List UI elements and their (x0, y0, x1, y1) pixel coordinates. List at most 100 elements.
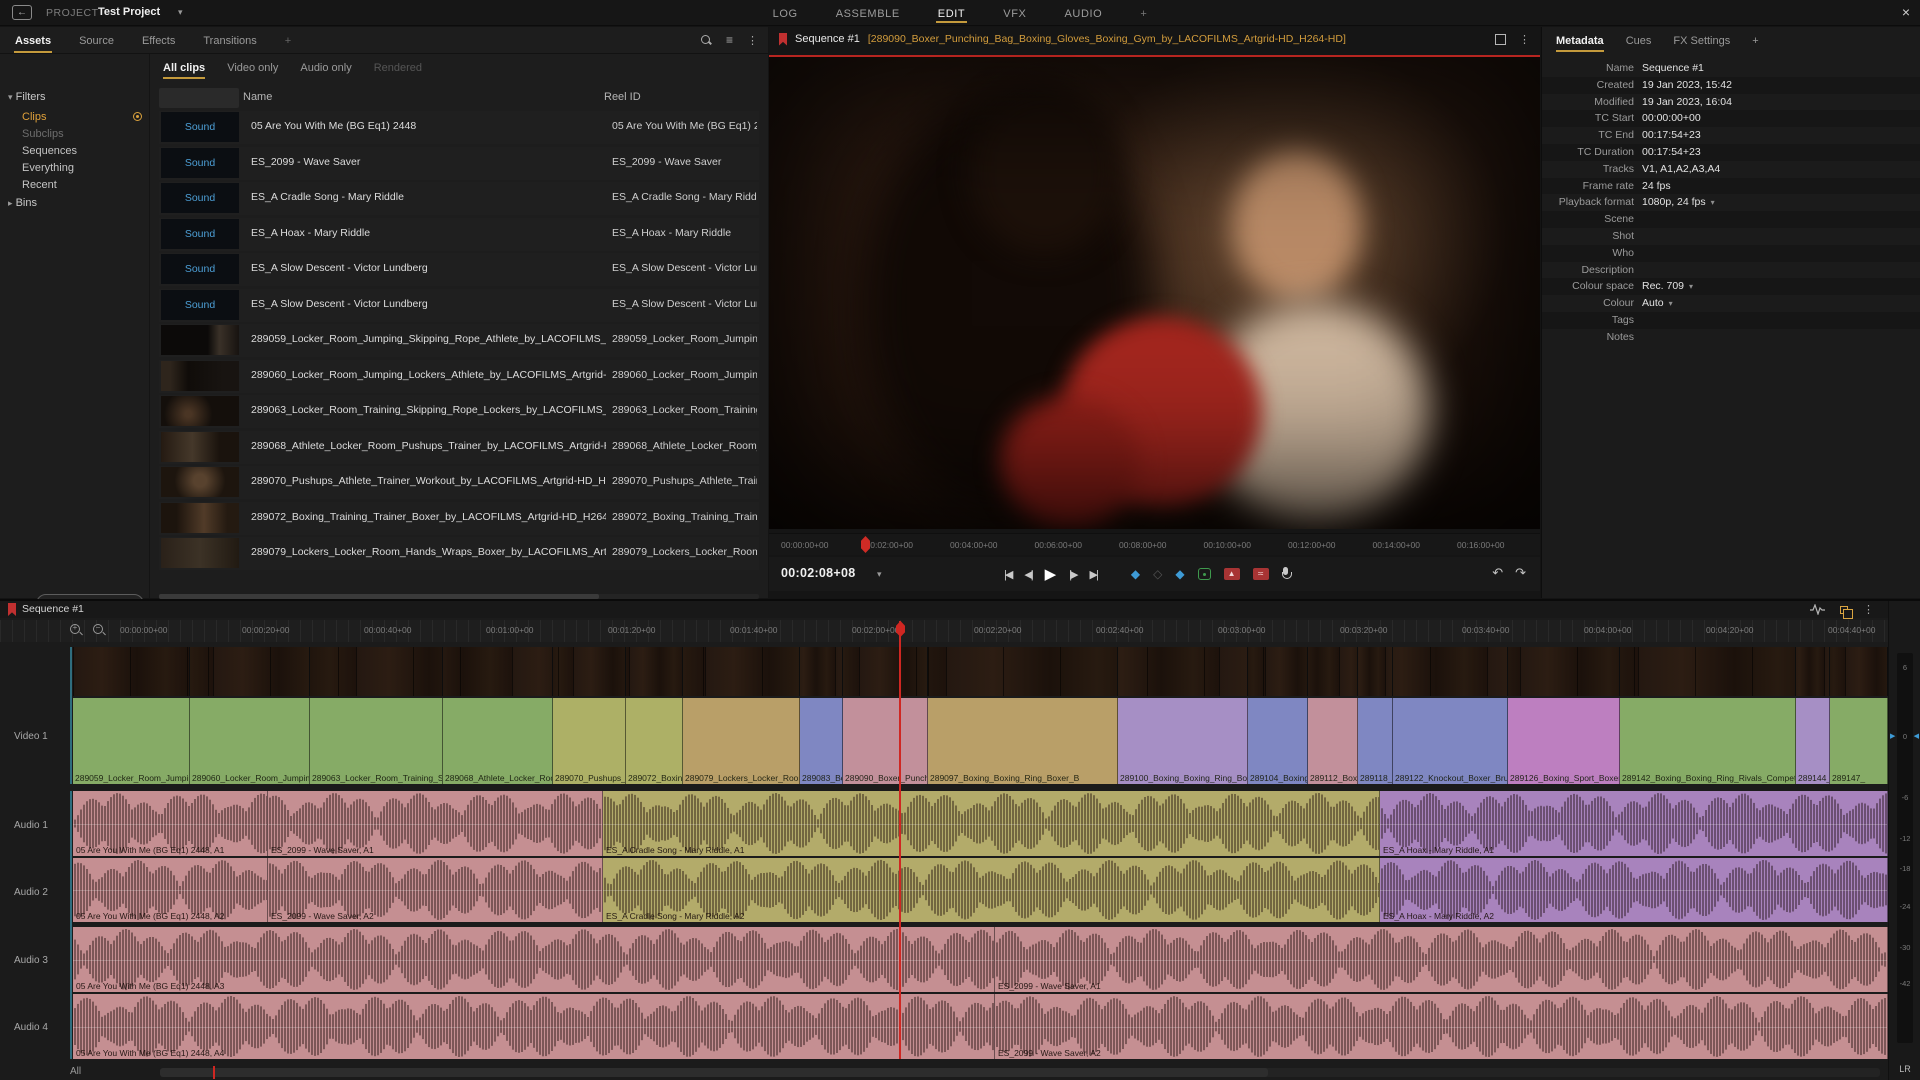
browser-menu-kebab-icon[interactable]: ⋮ (747, 34, 758, 47)
current-timecode[interactable]: 00:02:08+08 (781, 566, 856, 580)
metadata-value[interactable]: 1080p, 24 fps▾ (1642, 196, 1912, 208)
replace-edit-icon[interactable]: ≍ (1253, 568, 1269, 580)
close-window-icon[interactable]: × (1902, 4, 1910, 20)
timecode-chevron-down-icon[interactable]: ▾ (877, 569, 882, 580)
timeline-audio-clip[interactable]: ES_A Cradle Song - Mary Riddle, A1 (603, 791, 1380, 856)
timeline-video-clip[interactable]: 289147_ (1830, 698, 1888, 784)
redo-icon[interactable]: ↷ (1515, 565, 1526, 581)
viewer-menu-kebab-icon[interactable]: ⋮ (1519, 33, 1530, 46)
clip-row[interactable]: SoundES_A Slow Descent - Victor Lundberg… (159, 289, 759, 322)
timeline-video-clip[interactable]: 289059_Locker_Room_Jumping_Skipping_Rope… (73, 698, 190, 784)
chevron-down-icon[interactable]: ▾ (1669, 299, 1673, 308)
browser-tab-all-clips[interactable]: All clips (163, 62, 205, 79)
clip-row[interactable]: SoundES_A Hoax - Mary RiddleES_A Hoax - … (159, 218, 759, 251)
search-icon[interactable] (701, 35, 712, 46)
step-forward-icon[interactable]: |▶ (1069, 568, 1076, 581)
timeline-audio-clip[interactable]: 05 Are You With Me (BG Eq1) 2448, A2 (73, 858, 268, 922)
timeline-audio-clip[interactable]: 05 Are You With Me (BG Eq1) 2448, A1 (73, 791, 268, 856)
timeline-audio-clip[interactable]: 05 Are You With Me (BG Eq1) 2448, A4 (73, 994, 995, 1059)
metadata-value[interactable]: 24 fps (1642, 180, 1912, 192)
meter-zero-right-arrow-icon[interactable]: ◀ (1914, 732, 1919, 740)
metadata-value[interactable]: Sequence #1 (1642, 62, 1912, 74)
track-label-video1[interactable]: Video 1 (14, 731, 48, 742)
panel-tab-source[interactable]: Source (78, 28, 115, 53)
timeline-audio-clip[interactable]: 05 Are You With Me (BG Eq1) 2448, A3 (73, 927, 995, 992)
metadata-tab-+[interactable]: + (1752, 35, 1758, 52)
clip-row[interactable]: 289079_Lockers_Locker_Room_Hands_Wraps_B… (159, 537, 759, 570)
metadata-tab-cues[interactable]: Cues (1626, 35, 1652, 52)
workspace-tab-assemble[interactable]: ASSEMBLE (834, 2, 902, 24)
sidebar-item-everything[interactable]: Everything (22, 162, 146, 174)
timeline-video-clip[interactable]: 289118_Boxer_Boxing_ (1358, 698, 1393, 784)
track-label-audio2[interactable]: Audio 2 (14, 887, 48, 898)
panel-tab-assets[interactable]: Assets (14, 28, 52, 53)
timeline-audio-clip[interactable]: ES_A Hoax - Mary Riddle, A2 (1380, 858, 1888, 922)
track-label-audio1[interactable]: Audio 1 (14, 820, 48, 831)
track-label-audio4[interactable]: Audio 4 (14, 1022, 48, 1033)
metadata-value[interactable]: 00:17:54+23 (1642, 146, 1912, 158)
workspace-tab-+[interactable]: + (1138, 2, 1149, 24)
sync-lock-icon[interactable] (1840, 606, 1848, 614)
panel-tab-transitions[interactable]: Transitions (202, 28, 257, 53)
clip-row[interactable]: Sound05 Are You With Me (BG Eq1) 244805 … (159, 111, 759, 144)
voiceover-mic-icon[interactable] (1282, 567, 1290, 581)
metadata-value[interactable]: Auto▾ (1642, 297, 1912, 309)
clip-row[interactable]: 289060_Locker_Room_Jumping_Lockers_Athle… (159, 360, 759, 393)
metadata-value[interactable]: Rec. 709▾ (1642, 280, 1912, 292)
timeline-playhead[interactable] (899, 621, 901, 1059)
timeline-video-clip[interactable]: 289104_Boxing_Boxing_ (1248, 698, 1308, 784)
metadata-tab-fx-settings[interactable]: FX Settings (1673, 35, 1730, 52)
timeline-hscrollbar-thumb[interactable] (160, 1068, 1268, 1077)
column-reel-id[interactable]: Reel ID (604, 91, 641, 103)
bins-group-header[interactable]: ▸ Bins (8, 197, 37, 209)
timeline-video-clip[interactable]: 289122_Knockout_Boxer_Bruised_Blo (1393, 698, 1508, 784)
browser-tab-audio-only[interactable]: Audio only (300, 62, 351, 79)
timeline-video-clip[interactable]: 289126_Boxing_Sport_Boxer_Pur (1508, 698, 1620, 784)
workspace-tab-log[interactable]: LOG (771, 2, 800, 24)
clip-row[interactable]: SoundES_2099 - Wave SaverES_2099 - Wave … (159, 147, 759, 180)
zoom-out-icon[interactable]: − (93, 624, 106, 637)
browser-tab-video-only[interactable]: Video only (227, 62, 278, 79)
sidebar-item-subclips[interactable]: Subclips (22, 128, 146, 140)
insert-edit-icon[interactable]: ▲ (1224, 568, 1240, 580)
metadata-value[interactable]: 19 Jan 2023, 16:04 (1642, 96, 1912, 108)
metadata-value[interactable]: 00:00:00+00 (1642, 112, 1912, 124)
timeline-video-clip[interactable]: 289083_Boxer_Hands (800, 698, 843, 784)
timeline-video-clip[interactable]: 289072_Boxing_Training_Trainer_Boxer_by_… (626, 698, 683, 784)
chevron-down-icon[interactable]: ▾ (1711, 198, 1715, 207)
timeline-video-clip[interactable]: 289079_Lockers_Locker_Room_Hands_Wraps_B… (683, 698, 800, 784)
timeline-video-clip[interactable]: 289090_Boxer_Punching_Bag_Boxing_Gloves_… (843, 698, 928, 784)
timeline-video-clip[interactable]: 289070_Pushups_Athlete_Trainer_Workout_b… (553, 698, 626, 784)
step-back-icon[interactable]: ◀| (1024, 568, 1031, 581)
timeline-video-clip[interactable]: 289097_Boxing_Boxing_Ring_Boxer_B (928, 698, 1118, 784)
mark-in-icon[interactable]: ◆ (1131, 567, 1140, 581)
all-tracks-label[interactable]: All (70, 1066, 81, 1077)
timeline-video-clip[interactable]: 289100_Boxing_Boxing_Ring_Boxing__Jud (1118, 698, 1248, 784)
sidebar-item-recent[interactable]: Recent (22, 179, 146, 191)
timeline-video-clip[interactable]: 289112_Boxer_Boxing_Box (1308, 698, 1358, 784)
panel-tab-[interactable]: + (284, 28, 292, 53)
sidebar-item-sequences[interactable]: Sequences (22, 145, 146, 157)
viewer-sequence-title[interactable]: Sequence #1 (795, 33, 860, 45)
metadata-value[interactable]: 19 Jan 2023, 15:42 (1642, 79, 1912, 91)
timeline-sequence-title[interactable]: Sequence #1 (22, 603, 84, 615)
viewer-video-frame[interactable] (769, 55, 1540, 529)
clip-row[interactable]: 289059_Locker_Room_Jumping_Skipping_Rope… (159, 324, 759, 357)
clip-row[interactable]: SoundES_A Slow Descent - Victor Lundberg… (159, 253, 759, 286)
filters-group-header[interactable]: ▾ Filters (8, 91, 46, 103)
viewer-timecode-ruler[interactable]: 00:00:00+0000:02:00+0000:04:00+0000:06:0… (769, 533, 1540, 555)
timeline-hscrollbar[interactable] (160, 1068, 1880, 1077)
timeline-audio-clip[interactable]: ES_2099 - Wave Saver, A1 (268, 791, 603, 856)
clip-row[interactable]: 289068_Athlete_Locker_Room_Pushups_Train… (159, 431, 759, 464)
timeline-ruler[interactable]: 00:00:00+0000:00:20+0000:00:40+0000:01:0… (0, 620, 1888, 642)
timeline-video-clip[interactable]: 289144_B (1796, 698, 1830, 784)
audio-waveform-toggle-icon[interactable] (1810, 604, 1825, 615)
workspace-tab-vfx[interactable]: VFX (1001, 2, 1028, 24)
metadata-value[interactable]: 00:17:54+23 (1642, 129, 1912, 141)
timeline-audio-clip[interactable]: ES_A Hoax - Mary Riddle, A1 (1380, 791, 1888, 856)
timeline-video-clip[interactable]: 289142_Boxing_Boxing_Ring_Rivals_Competi… (1620, 698, 1796, 784)
clip-row[interactable]: 289072_Boxing_Training_Trainer_Boxer_by_… (159, 502, 759, 535)
zoom-in-icon[interactable]: + (70, 624, 83, 637)
active-filter-radio-icon[interactable] (133, 112, 142, 121)
timeline-audio-clip[interactable]: ES_2099 - Wave Saver, A1 (995, 927, 1888, 992)
